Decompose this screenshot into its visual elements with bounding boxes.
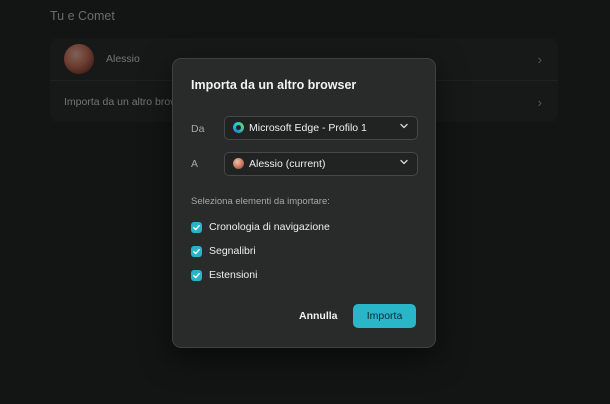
check-icon [193, 272, 200, 278]
item-extensions[interactable]: Estensioni [191, 268, 257, 282]
to-profile-select[interactable]: Alessio (current) [224, 152, 418, 176]
chevron-down-icon [400, 123, 408, 129]
extensions-label: Estensioni [209, 269, 258, 281]
from-browser-select[interactable]: Microsoft Edge - Profilo 1 [224, 116, 418, 140]
history-checkbox[interactable] [191, 221, 202, 233]
cancel-button[interactable]: Annulla [293, 305, 341, 327]
to-profile-value: Alessio (current) [249, 158, 326, 170]
extensions-checkbox[interactable] [191, 269, 202, 281]
chevron-down-icon [400, 159, 408, 165]
avatar [233, 158, 244, 169]
dialog-title: Importa da un altro browser [191, 78, 357, 92]
edge-icon [233, 122, 244, 133]
import-dialog: Importa da un altro browser Da Microsoft… [172, 58, 436, 348]
from-browser-value: Microsoft Edge - Profilo 1 [249, 122, 367, 134]
item-bookmarks[interactable]: Segnalibri [191, 244, 256, 258]
check-icon [193, 248, 200, 254]
check-icon [193, 224, 200, 230]
bookmarks-label: Segnalibri [209, 245, 256, 257]
items-caption: Seleziona elementi da importare: [191, 196, 330, 207]
bookmarks-checkbox[interactable] [191, 245, 202, 257]
item-history[interactable]: Cronologia di navigazione [191, 220, 330, 234]
to-label: A [191, 158, 199, 170]
history-label: Cronologia di navigazione [209, 221, 330, 233]
import-button[interactable]: Importa [353, 304, 416, 328]
from-label: Da [191, 123, 205, 135]
